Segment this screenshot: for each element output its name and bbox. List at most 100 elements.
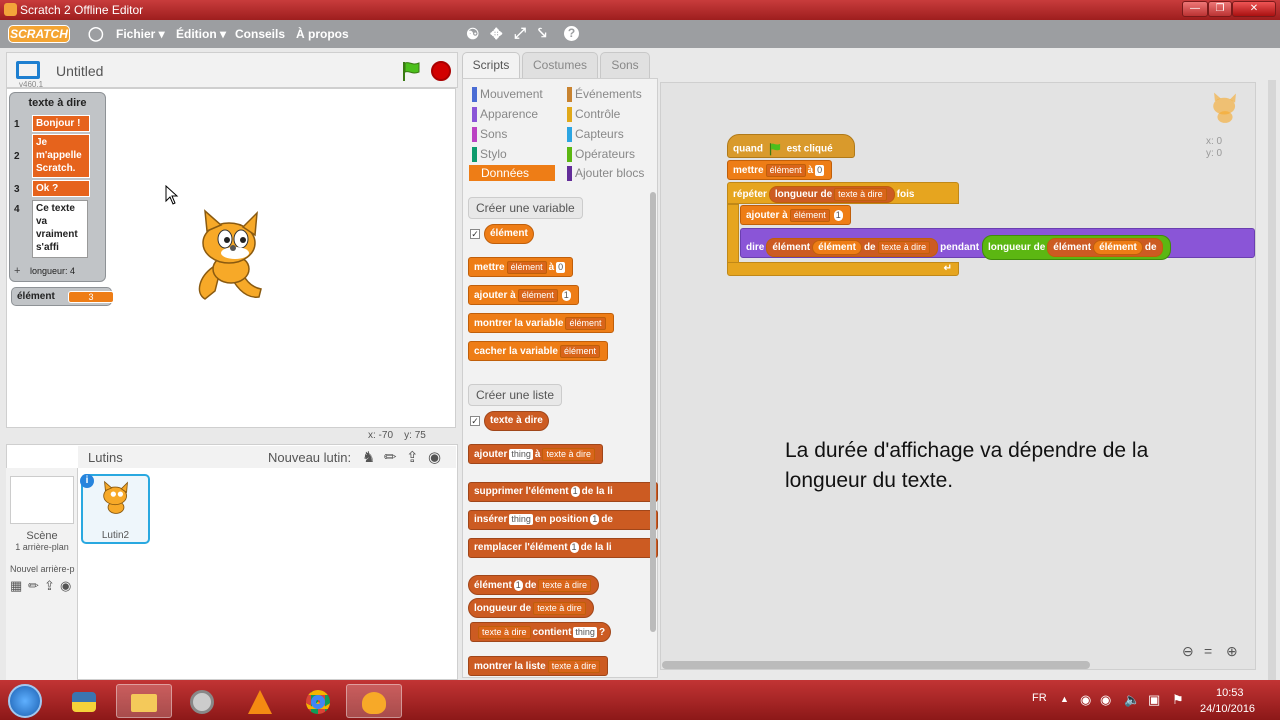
delete-item-block[interactable]: supprimer l'élément 1 de la li [468,482,658,502]
project-name[interactable]: Untitled [56,63,103,79]
duplicate-icon[interactable]: ☯ [466,25,479,43]
replace-item-block[interactable]: remplacer l'élément 1 de la li [468,538,658,558]
set-variable-block[interactable]: mettre élément à 0 [468,257,574,277]
list-item[interactable]: Ok ? [32,180,90,197]
tray-app-icon[interactable]: ◉ [1080,692,1091,708]
chrome-taskbar-icon[interactable] [290,684,346,718]
item-of-list-block[interactable]: élément 1 de texte à dire [468,575,600,595]
menu-file[interactable]: Fichier ▾ [116,27,165,41]
green-flag-icon [769,143,780,156]
fullscreen-icon[interactable] [16,61,40,79]
clock-time[interactable]: 10:53 [1216,687,1244,699]
volume-icon[interactable]: 🔈 [1124,692,1140,708]
list-reporter-block[interactable]: texte à dire [484,411,549,431]
insert-item-block[interactable]: insérer thing en position 1 de [468,510,658,530]
clock-date[interactable]: 24/10/2016 [1200,703,1255,715]
start-button[interactable] [8,684,42,718]
category-looks[interactable]: Apparence [472,107,538,122]
say-for-secs-block[interactable]: dire élément élément de texte à dire pendant l… [740,228,1255,260]
tray-app2-icon[interactable]: ◉ [1100,692,1111,708]
menu-tips[interactable]: Conseils [235,27,285,41]
close-button[interactable]: ✕ [1232,1,1276,17]
cut-icon[interactable]: ✥ [490,25,503,43]
tab-scripts[interactable]: Scripts [462,52,520,78]
zoom-reset-icon[interactable]: = [1204,643,1212,659]
help-icon[interactable]: ? [564,26,579,41]
globe-icon[interactable]: ◯ [88,25,104,42]
flag-tray-icon[interactable]: ⚑ [1172,692,1184,708]
show-variable-block[interactable]: montrer la variable élément [468,313,614,333]
python-taskbar-icon[interactable] [56,684,112,718]
zoom-out-icon[interactable]: ⊖ [1182,643,1194,660]
mouse-cursor-icon [165,185,179,205]
list-item[interactable]: Je m'appelle Scratch. [32,134,90,178]
add-to-list-block[interactable]: ajouter thing à texte à dire [468,444,603,464]
script-vscrollbar[interactable] [1268,80,1276,680]
media-taskbar-icon[interactable] [174,684,230,718]
variable-checkbox[interactable]: ✓ [470,229,480,239]
green-flag-icon[interactable] [400,60,422,82]
stop-icon[interactable] [431,61,451,81]
network-icon[interactable]: ▣ [1148,692,1160,708]
minimize-button[interactable]: — [1182,1,1208,17]
shrink-icon[interactable]: ⤥ [538,25,546,42]
category-pen[interactable]: Stylo [472,147,507,162]
hide-variable-block[interactable]: cacher la variable élément [468,341,608,361]
category-sensing[interactable]: Capteurs [567,127,624,142]
scratch-taskbar-icon[interactable] [346,684,402,718]
change-variable-block[interactable]: ajouter à élément 1 [468,285,579,305]
list-item[interactable]: Bonjour ! [32,115,90,132]
category-motion[interactable]: Mouvement [472,87,543,102]
category-operators[interactable]: Opérateurs [567,147,635,162]
info-icon[interactable]: i [80,474,94,488]
menu-edit[interactable]: Édition ▾ [176,27,226,41]
when-flag-clicked-block[interactable]: quand est cliqué [727,134,855,158]
list-contains-block[interactable]: texte à dire contient thing? [470,622,612,642]
sprite-header: Lutins Nouveau lutin: ♞ ✏ ⇪ ◉ [78,446,456,468]
maximize-button[interactable]: ❐ [1208,1,1232,17]
grow-icon[interactable]: ⤢ [514,25,526,42]
language-indicator[interactable]: FR [1032,692,1047,704]
backdrop-library-icon[interactable]: ▦ [10,578,22,594]
backdrop-upload-icon[interactable]: ⇪ [44,578,55,594]
tab-sounds[interactable]: Sons [600,52,650,78]
list-item-editing[interactable]: Ce texte va vraiment s'affi [32,200,88,258]
variable-monitor[interactable]: élément 3 [11,287,114,306]
list-monitor[interactable]: texte à dire 1 Bonjour ! 2 Je m'appelle … [9,92,106,282]
sprite-coordinates: x: 0 y: 0 [1206,136,1222,160]
explorer-taskbar-icon[interactable] [116,684,172,718]
make-variable-button[interactable]: Créer une variable [468,197,583,219]
vlc-taskbar-icon[interactable] [232,684,288,718]
cat-sprite[interactable] [185,207,277,307]
script-change-variable-block[interactable]: ajouter à élément 1 [740,205,851,225]
make-list-button[interactable]: Créer une liste [468,384,563,406]
zoom-in-icon[interactable]: ⊕ [1226,643,1238,660]
camera-icon[interactable]: ◉ [428,448,441,466]
menu-about[interactable]: À propos [296,27,349,41]
sprite-x: x: 0 [1206,136,1223,147]
category-events[interactable]: Événements [567,87,642,102]
show-list-block[interactable]: montrer la liste texte à dire [468,656,609,676]
add-item-icon[interactable]: + [14,265,20,277]
category-more-blocks[interactable]: Ajouter blocs [567,166,644,181]
mouse-x: x: -70 [368,430,394,441]
library-icon[interactable]: ♞ [362,448,375,466]
script-set-variable-block[interactable]: mettre élément à 0 [727,160,833,180]
tab-costumes[interactable]: Costumes [522,52,598,78]
title-bar: Scratch 2 Offline Editor — ❐ ✕ [0,0,1280,20]
category-control[interactable]: Contrôle [567,107,620,122]
paint-icon[interactable]: ✏ [384,448,397,466]
variable-reporter-block[interactable]: élément [484,224,534,244]
length-of-list-block[interactable]: longueur de texte à dire [468,598,594,618]
list-checkbox[interactable]: ✓ [470,416,480,426]
tray-expand-icon[interactable]: ▲ [1060,694,1069,704]
category-data[interactable]: Données [469,165,555,181]
upload-icon[interactable]: ⇪ [406,448,419,466]
backdrop-camera-icon[interactable]: ◉ [60,578,71,594]
scene-thumbnail[interactable] [10,476,74,524]
backdrop-paint-icon[interactable]: ✏ [28,578,39,594]
script-hscrollbar[interactable] [662,661,1090,669]
repeat-block[interactable]: répéter longueur de texte à dire fois [727,182,959,204]
palette-scrollbar[interactable] [650,192,656,632]
category-sound[interactable]: Sons [472,127,507,142]
